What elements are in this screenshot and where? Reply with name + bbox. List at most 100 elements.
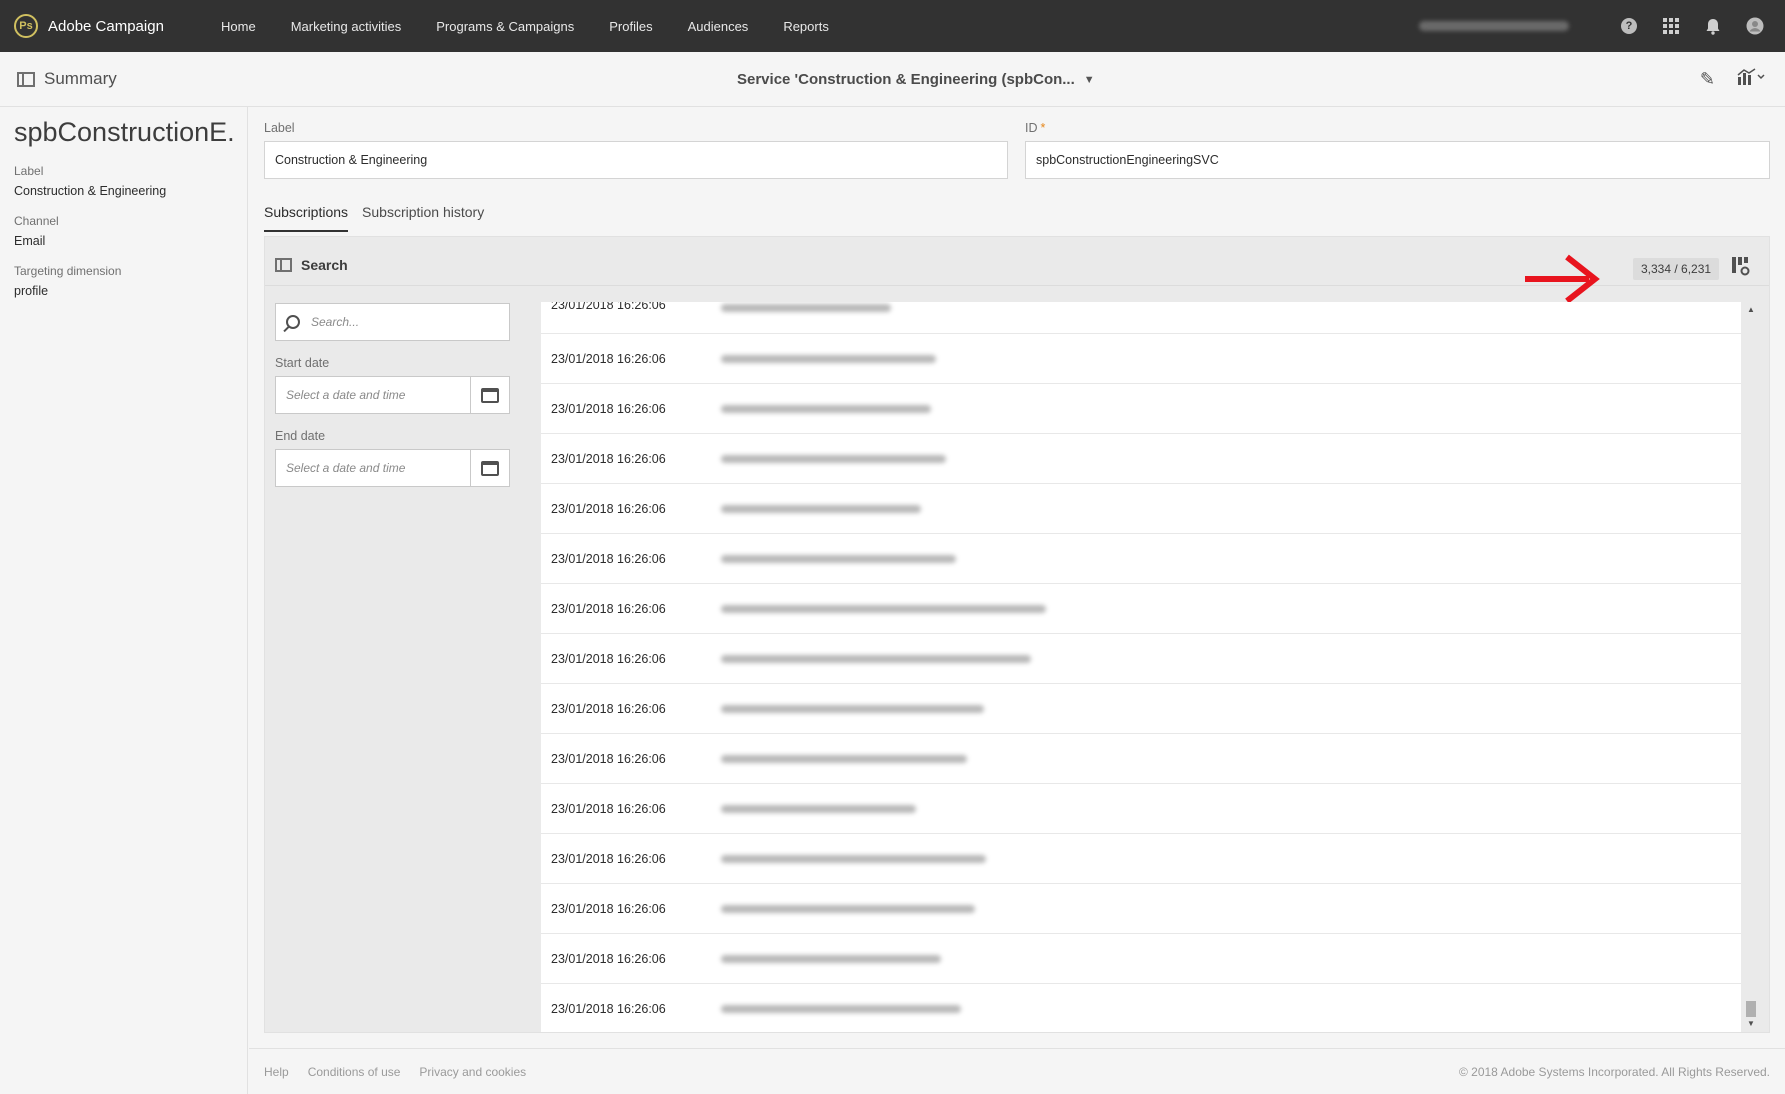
- tab-bar: Subscriptions Subscription history: [264, 204, 498, 232]
- scroll-thumb[interactable]: [1746, 1001, 1756, 1017]
- required-marker: *: [1040, 121, 1046, 135]
- list-item[interactable]: 23/01/2018 16:26:06: [541, 634, 1741, 684]
- profile-blurred: [721, 1004, 961, 1013]
- copyright: © 2018 Adobe Systems Incorporated. All R…: [1458, 1064, 1770, 1079]
- profile-blurred: [721, 454, 946, 463]
- id-field-caption: ID *: [1025, 121, 1770, 135]
- list-item[interactable]: 23/01/2018 16:26:06: [541, 834, 1741, 884]
- nav-right-tools: ?: [1419, 0, 1765, 52]
- footer-link-privacy[interactable]: Privacy and cookies: [419, 1065, 526, 1079]
- nav-marketing-activities[interactable]: Marketing activities: [291, 19, 402, 34]
- tab-subscription-history[interactable]: Subscription history: [362, 204, 484, 232]
- notifications-bell-icon[interactable]: [1703, 16, 1723, 36]
- service-title-dropdown[interactable]: Service 'Construction & Engineering (spb…: [737, 71, 1095, 88]
- list-item[interactable]: 23/01/2018 16:26:06: [541, 484, 1741, 534]
- list-item[interactable]: 23/01/2018 16:26:06: [541, 534, 1741, 584]
- nav-audiences[interactable]: Audiences: [688, 19, 749, 34]
- apps-grid-icon[interactable]: [1661, 16, 1681, 36]
- profile-blurred: [721, 854, 986, 863]
- subscription-date: 23/01/2018 16:26:06: [551, 851, 666, 866]
- summary-label: Summary: [44, 69, 117, 88]
- panel-toggle-icon: [17, 71, 35, 87]
- search-input[interactable]: Search...: [275, 303, 510, 341]
- service-internal-name: spbConstructionE...: [14, 117, 234, 147]
- search-placeholder: Search...: [311, 315, 360, 329]
- label-field[interactable]: Construction & Engineering: [264, 141, 1008, 179]
- label-field-caption: Label: [264, 121, 295, 135]
- summary-label-caption: Label: [14, 164, 44, 178]
- end-date-field[interactable]: Select a date and time: [275, 449, 510, 487]
- list-item[interactable]: 23/01/2018 16:26:06: [541, 684, 1741, 734]
- tab-subscriptions[interactable]: Subscriptions: [264, 204, 349, 232]
- footer-link-conditions[interactable]: Conditions of use: [308, 1065, 401, 1079]
- search-toggle[interactable]: Search: [275, 257, 348, 273]
- red-arrow-annotation: [1525, 254, 1600, 304]
- nav-home[interactable]: Home: [221, 19, 256, 34]
- calendar-icon: [481, 460, 499, 476]
- list-item[interactable]: 23/01/2018 16:26:06: [541, 934, 1741, 984]
- subscription-date: 23/01/2018 16:26:06: [551, 901, 666, 916]
- list-item[interactable]: 23/01/2018 16:26:06: [541, 784, 1741, 834]
- edit-pencil-icon[interactable]: ✎: [1700, 69, 1715, 90]
- subscription-date: 23/01/2018 16:26:06: [551, 401, 666, 416]
- summary-channel-value: Email: [14, 234, 46, 248]
- summary-toggle[interactable]: Summary: [17, 69, 117, 89]
- subscription-date: 23/01/2018 16:26:06: [551, 302, 666, 312]
- start-date-placeholder: Select a date and time: [286, 388, 406, 402]
- summary-targeting-caption: Targeting dimension: [14, 264, 122, 278]
- subscription-date: 23/01/2018 16:26:06: [551, 751, 666, 766]
- subscription-date: 23/01/2018 16:26:06: [551, 701, 666, 716]
- id-field[interactable]: spbConstructionEngineeringSVC: [1025, 141, 1770, 179]
- profile-blurred: [721, 654, 1031, 663]
- id-caption-text: ID: [1025, 121, 1038, 135]
- profile-blurred: [721, 354, 936, 363]
- subscription-date: 23/01/2018 16:26:06: [551, 501, 666, 516]
- subscription-date: 23/01/2018 16:26:06: [551, 451, 666, 466]
- top-navigation-bar: Ps Adobe Campaign Home Marketing activit…: [0, 0, 1785, 52]
- user-avatar-icon[interactable]: [1745, 16, 1765, 36]
- start-date-picker-button[interactable]: [470, 377, 509, 413]
- summary-channel-caption: Channel: [14, 214, 59, 228]
- footer: Help Conditions of use Privacy and cooki…: [249, 1048, 1785, 1094]
- list-scrollbar[interactable]: ▲ ▼: [1744, 302, 1758, 1032]
- profile-blurred: [721, 804, 916, 813]
- list-item[interactable]: 23/01/2018 16:26:06: [541, 302, 1741, 334]
- list-item[interactable]: 23/01/2018 16:26:06: [541, 734, 1741, 784]
- subscription-date: 23/01/2018 16:26:06: [551, 1001, 666, 1016]
- list-item[interactable]: 23/01/2018 16:26:06: [541, 884, 1741, 934]
- scroll-down-arrow-icon[interactable]: ▼: [1747, 1019, 1755, 1028]
- profile-blurred: [721, 704, 984, 713]
- nav-programs-campaigns[interactable]: Programs & Campaigns: [436, 19, 574, 34]
- summary-panel: spbConstructionE... Label Construction &…: [0, 107, 248, 1094]
- column-settings-icon[interactable]: [1732, 257, 1750, 276]
- profile-blurred: [721, 304, 891, 312]
- calendar-icon: [481, 387, 499, 403]
- subscription-date: 23/01/2018 16:26:06: [551, 601, 666, 616]
- label-field-group: Label Construction & Engineering: [264, 121, 1008, 179]
- service-title: Service 'Construction & Engineering (spb…: [737, 71, 1075, 88]
- reports-chart-icon[interactable]: [1737, 68, 1767, 91]
- footer-link-help[interactable]: Help: [264, 1065, 289, 1079]
- nav-reports[interactable]: Reports: [783, 19, 829, 34]
- user-name-blurred[interactable]: [1419, 21, 1569, 31]
- scroll-up-arrow-icon[interactable]: ▲: [1747, 305, 1755, 314]
- brand[interactable]: Ps Adobe Campaign: [14, 14, 199, 38]
- brand-name: Adobe Campaign: [48, 17, 164, 35]
- list-item[interactable]: 23/01/2018 16:26:06: [541, 984, 1741, 1032]
- nav-profiles[interactable]: Profiles: [609, 19, 652, 34]
- subscription-date: 23/01/2018 16:26:06: [551, 651, 666, 666]
- help-icon[interactable]: ?: [1619, 16, 1639, 36]
- end-date-picker-button[interactable]: [470, 450, 509, 486]
- start-date-field[interactable]: Select a date and time: [275, 376, 510, 414]
- profile-blurred: [721, 754, 967, 763]
- subscriptions-list: 23/01/2018 16:26:06 23/01/2018 16:26:06 …: [541, 302, 1741, 1032]
- list-item[interactable]: 23/01/2018 16:26:06: [541, 434, 1741, 484]
- list-item[interactable]: 23/01/2018 16:26:06: [541, 584, 1741, 634]
- header-actions: ✎: [1700, 68, 1767, 91]
- list-item[interactable]: 23/01/2018 16:26:06: [541, 384, 1741, 434]
- end-date-label: End date: [275, 429, 326, 443]
- end-date-placeholder: Select a date and time: [286, 461, 406, 475]
- start-date-label: Start date: [275, 356, 330, 370]
- list-item[interactable]: 23/01/2018 16:26:06: [541, 334, 1741, 384]
- object-header-bar: Summary Service 'Construction & Engineer…: [0, 52, 1785, 107]
